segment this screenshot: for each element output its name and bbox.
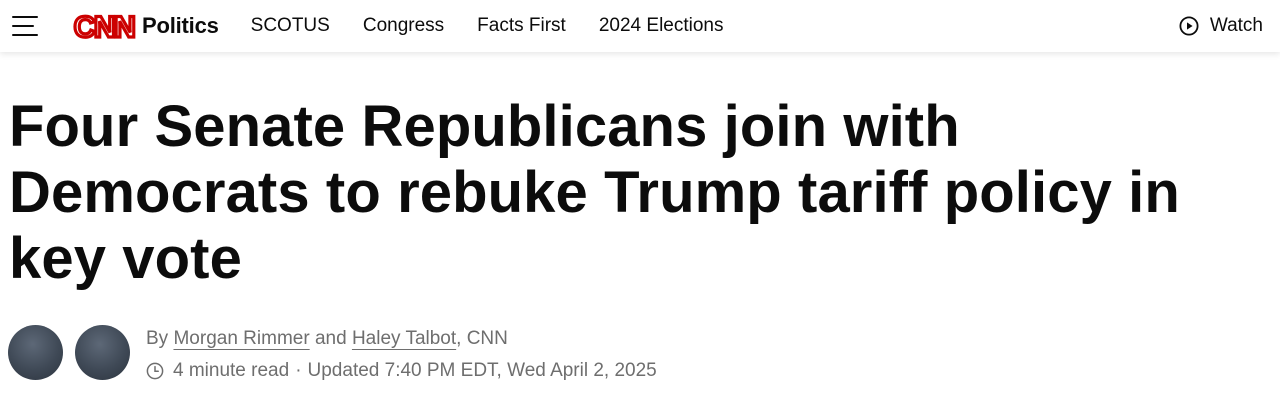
timestamp-row: 4 minute read · Updated 7:40 PM EDT, Wed…	[146, 359, 657, 383]
nav-link-2024-elections[interactable]: 2024 Elections	[599, 15, 724, 37]
author-link-morgan-rimmer[interactable]: Morgan Rimmer	[173, 328, 309, 349]
section-nav: SCOTUS Congress Facts First 2024 Electio…	[251, 15, 757, 37]
read-time: 4 minute read	[173, 360, 290, 381]
play-circle-icon	[1179, 16, 1199, 36]
byline-suffix: , CNN	[456, 328, 508, 349]
byline-prefix: By	[146, 328, 169, 349]
watch-label: Watch	[1209, 15, 1263, 36]
byline-conjunction: and	[314, 328, 347, 349]
section-title: Politics	[142, 13, 219, 38]
byline: By Morgan Rimmer and Haley Talbot, CNN	[146, 327, 657, 351]
svg-text:CNN: CNN	[74, 11, 135, 43]
author-avatars	[8, 325, 142, 380]
nav-link-facts-first[interactable]: Facts First	[477, 15, 566, 37]
article-headline: Four Senate Republicans join with Democr…	[9, 94, 1180, 291]
cnn-logo: CNN	[72, 9, 136, 43]
nav-link-scotus[interactable]: SCOTUS	[251, 15, 330, 37]
watch-button[interactable]: Watch	[1179, 0, 1263, 52]
clock-icon	[146, 362, 164, 380]
hamburger-menu-icon[interactable]	[12, 16, 38, 36]
author-link-haley-talbot[interactable]: Haley Talbot	[352, 328, 456, 349]
cnn-politics-home-link[interactable]: CNN Politics	[72, 9, 219, 43]
nav-link-congress[interactable]: Congress	[363, 15, 444, 37]
author-avatar-haley-talbot[interactable]	[75, 325, 130, 380]
updated-timestamp: Updated 7:40 PM EDT, Wed April 2, 2025	[307, 360, 657, 381]
top-navigation-bar: CNN Politics SCOTUS Congress Facts First…	[0, 0, 1280, 52]
author-avatar-morgan-rimmer[interactable]	[8, 325, 63, 380]
article-meta: By Morgan Rimmer and Haley Talbot, CNN 4…	[146, 327, 657, 383]
separator-dot: ·	[295, 360, 302, 381]
